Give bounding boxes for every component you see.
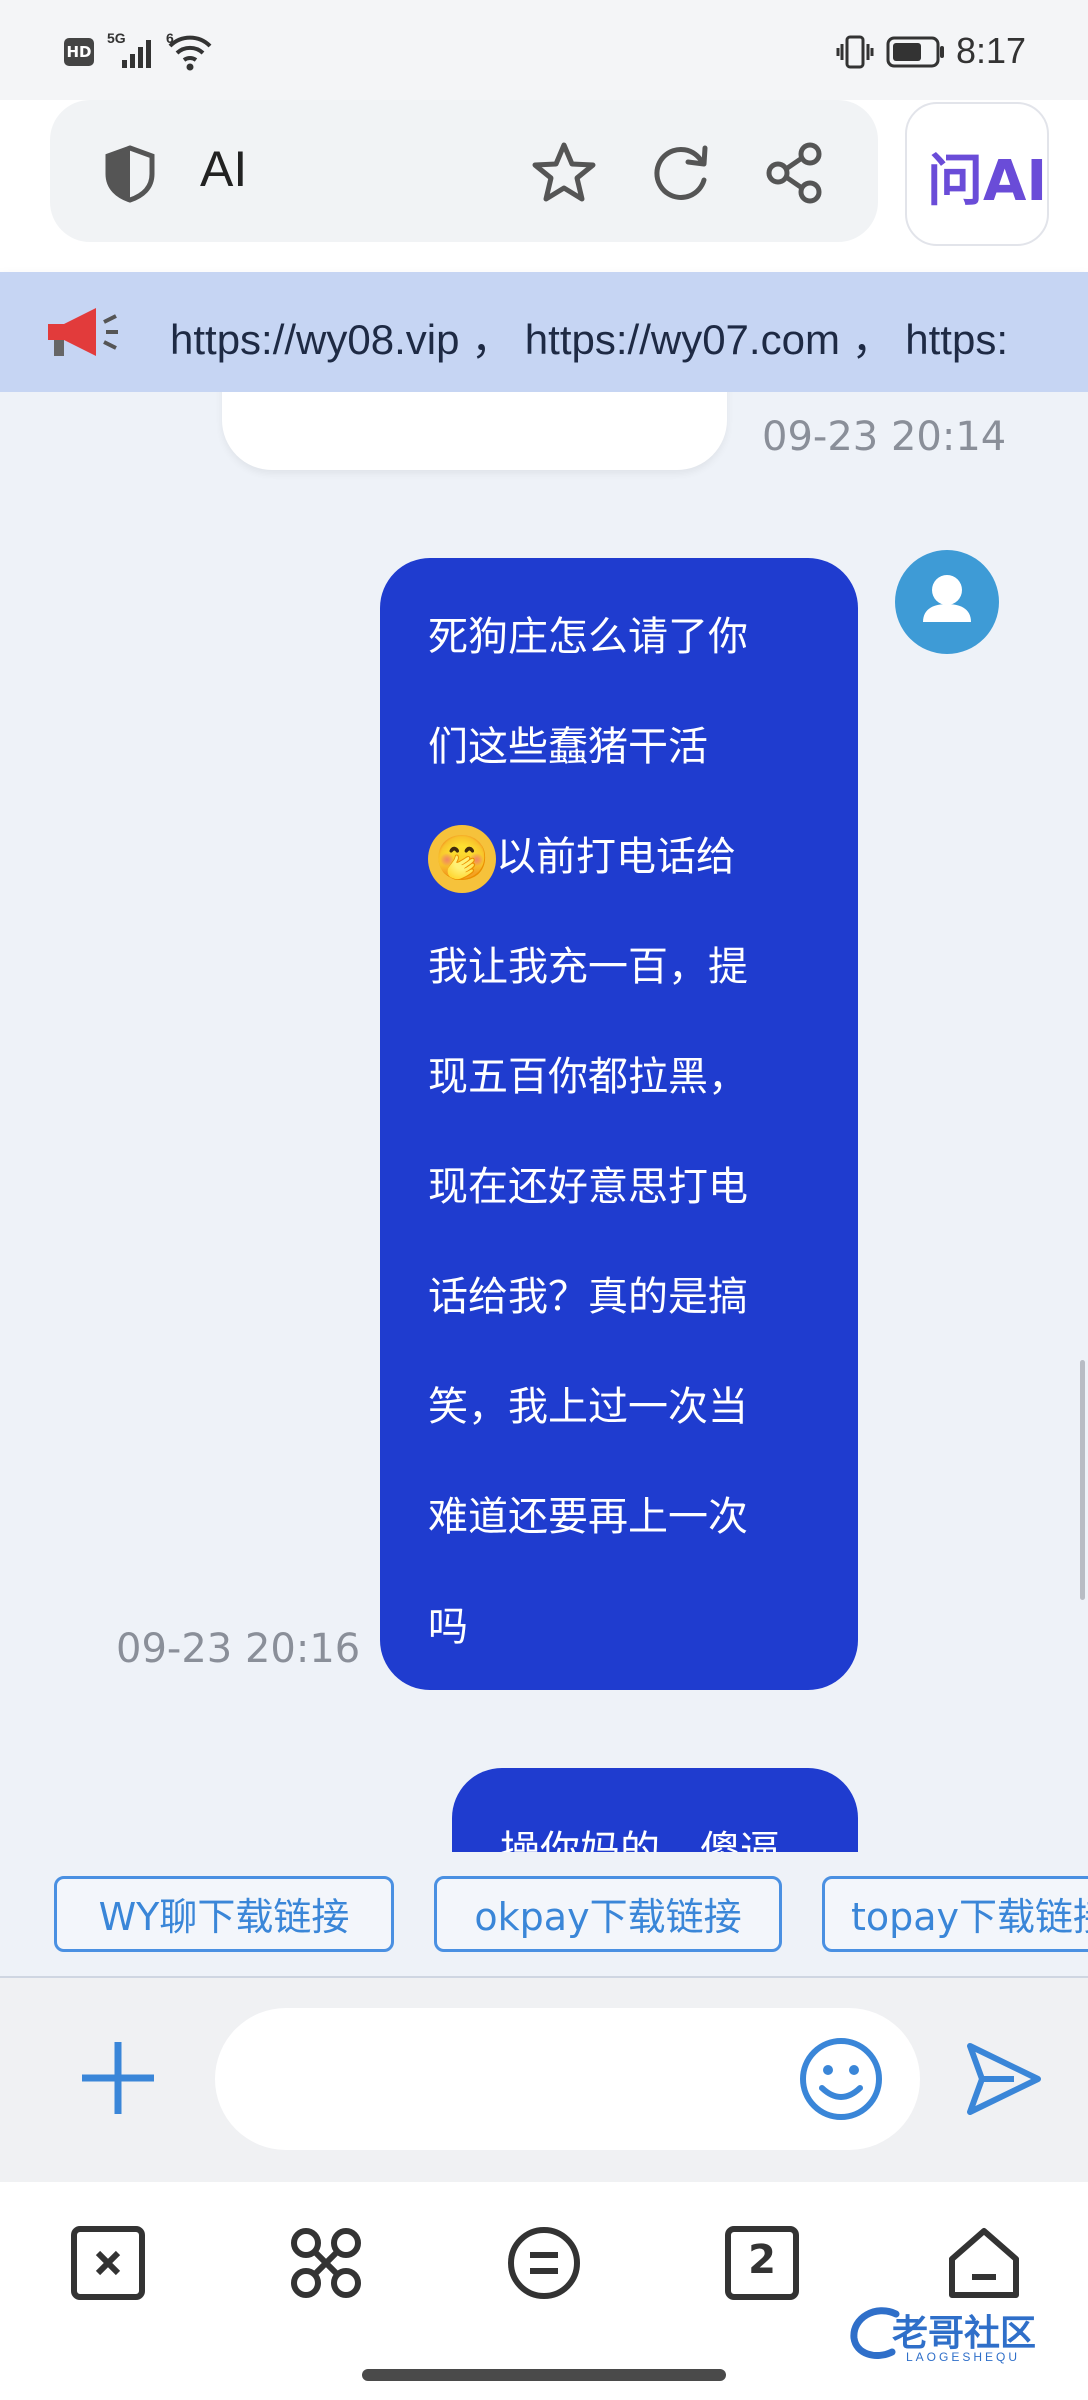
announcement-bar[interactable]: https://wy08.vip ， https://wy07.com ， ht… (0, 272, 1088, 392)
share-icon[interactable] (764, 142, 826, 208)
watermark-text: 老哥社区 (892, 2313, 1037, 2354)
send-icon[interactable] (964, 2040, 1044, 2122)
message-line-text: 以前打电话给 (496, 834, 736, 880)
emoji-icon[interactable] (796, 2034, 886, 2128)
okpay-download-link-button[interactable]: okpay下载链接 (434, 1876, 782, 1952)
message-line: 我让我充一百，提 (428, 944, 748, 990)
battery-icon (886, 34, 946, 74)
signal-icon (122, 36, 158, 72)
tabs-count: 2 (748, 2237, 776, 2283)
message-timestamp: 09-23 20:16 (116, 1626, 361, 1672)
message-bubble-outgoing[interactable]: 死狗庄怎么请了你 们这些蠢猪干活 🤭 以前打电话给 我让我充一百，提 现五百你都拉… (380, 558, 858, 1690)
message-timestamp: 09-23 20:14 (762, 414, 1007, 460)
message-line: 现五百你都拉黑， (428, 1054, 748, 1100)
plus-icon[interactable] (76, 2036, 160, 2124)
wifi-icon (168, 34, 212, 76)
topay-download-link-button[interactable]: topay下载链接 (822, 1876, 1088, 1952)
person-icon (923, 575, 971, 622)
wy-download-link-button[interactable]: WY聊下载链接 (54, 1876, 394, 1952)
message-line: 吗 (428, 1604, 468, 1650)
quick-links-bar: WY聊下载链接 okpay下载链接 topay下载链接 (0, 1852, 1088, 1978)
status-bar: HD 5G 6 8:17 (0, 0, 1088, 100)
watermark-logo: 老哥社区 LAOGESHEQU (846, 2300, 1076, 2370)
gesture-home-bar[interactable] (362, 2369, 726, 2381)
watermark-subtext: LAOGESHEQU (906, 2350, 1021, 2364)
message-text: 操你妈的，傻逼 (500, 1828, 780, 1852)
message-line: 们这些蠢猪干活 (428, 724, 708, 770)
message-line-with-emoji: 🤭 以前打电话给 (428, 802, 748, 912)
chat-scrollbar[interactable] (1080, 1360, 1085, 1600)
chat-messages[interactable]: 09-23 20:14 死狗庄怎么请了你 们这些蠢猪干活 🤭 以前打电话给 我让我… (0, 392, 1088, 1852)
star-icon[interactable] (530, 140, 598, 208)
message-line: 话给我？真的是搞 (428, 1274, 748, 1320)
ask-ai-button[interactable]: 问AI (905, 102, 1049, 246)
message-line: 难道还要再上一次 (428, 1494, 748, 1540)
tabs-icon[interactable]: 2 (724, 2225, 800, 2301)
smirk-emoji-icon: 🤭 (428, 825, 496, 893)
home-icon[interactable] (944, 2225, 1020, 2301)
address-text[interactable]: AI (200, 140, 247, 198)
close-tab-icon[interactable] (70, 2225, 146, 2301)
apps-icon[interactable] (288, 2225, 364, 2301)
announcement-text[interactable]: https://wy08.vip ， https://wy07.com ， ht… (170, 306, 1008, 367)
vibrate-icon (836, 34, 874, 74)
shield-icon[interactable] (102, 144, 158, 208)
address-bar[interactable]: AI (50, 100, 878, 242)
clock: 8:17 (956, 30, 1027, 71)
message-bubble-incoming (222, 392, 727, 470)
ask-ai-label: 问AI (927, 149, 1048, 214)
message-line: 现在还好意思打电 (428, 1164, 748, 1210)
message-line: 死狗庄怎么请了你 (428, 614, 748, 660)
message-line: 笑，我上过一次当 (428, 1384, 748, 1430)
user-avatar[interactable] (895, 550, 999, 654)
refresh-icon[interactable] (650, 142, 712, 208)
hd-badge: HD (64, 38, 94, 66)
megaphone-icon (44, 300, 120, 368)
menu-icon[interactable] (506, 2225, 582, 2301)
message-bubble-outgoing[interactable]: 操你妈的，傻逼 (452, 1768, 858, 1852)
